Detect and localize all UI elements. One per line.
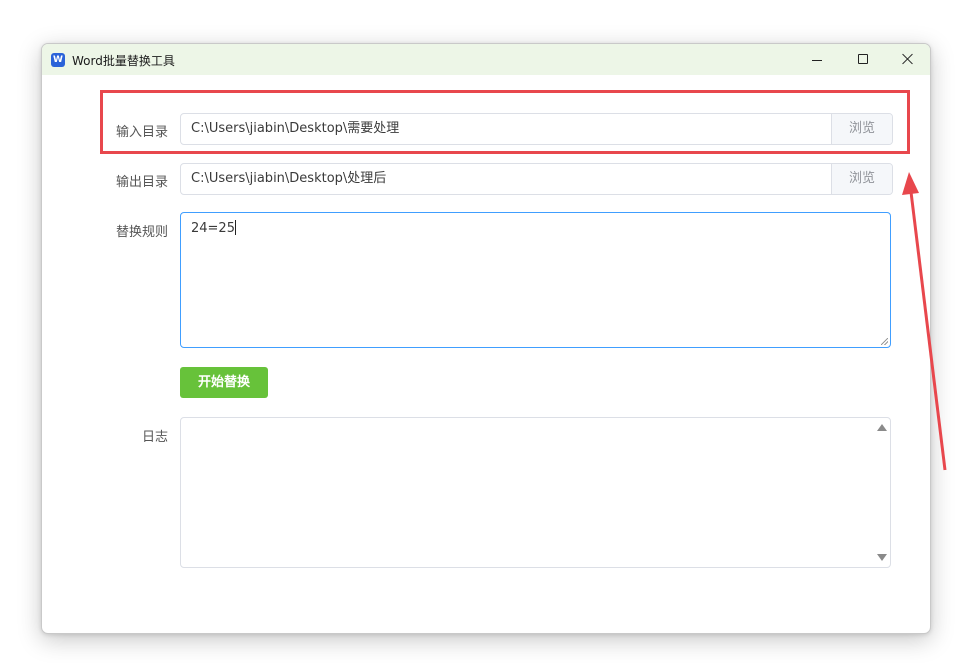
red-arrow-annotation	[902, 172, 947, 471]
arrow-head	[902, 172, 919, 195]
arrow-shaft	[909, 191, 947, 471]
